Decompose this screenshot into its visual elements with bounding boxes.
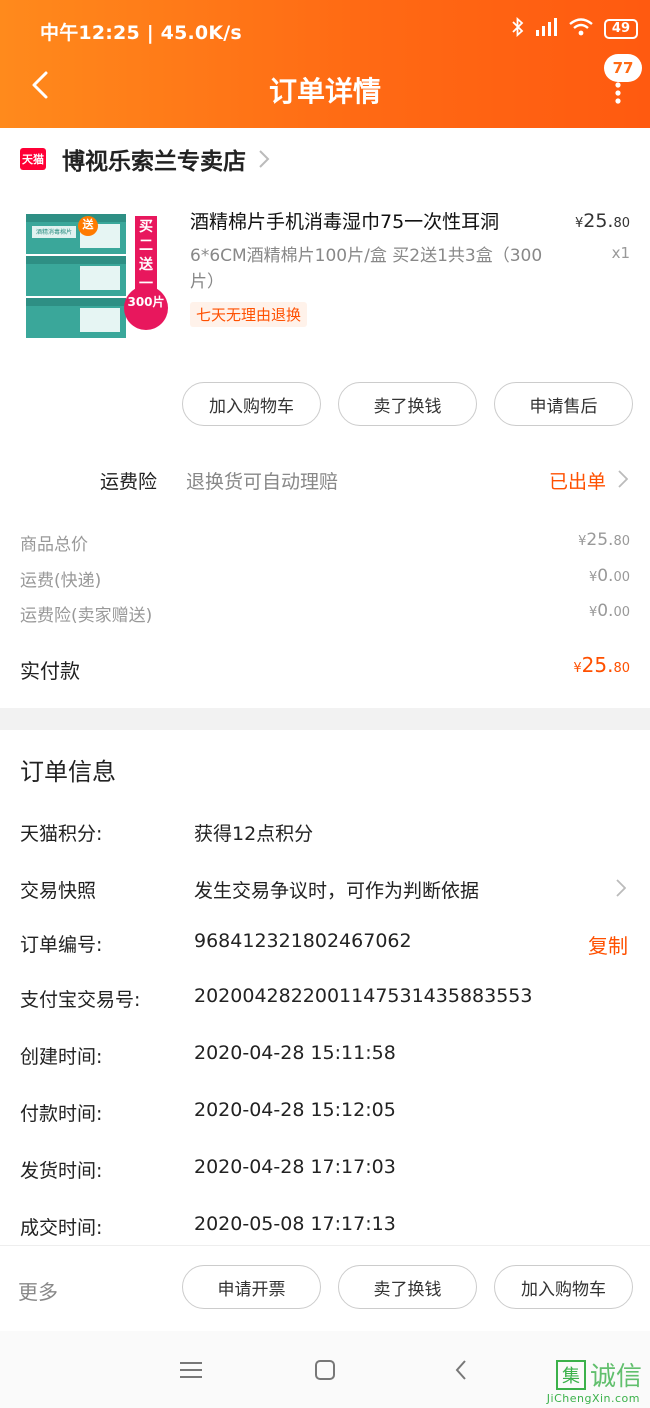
box-label-text: 酒精消毒棉片 <box>35 229 72 236</box>
app-header: 中午12:25 | 45.0K/s 49 订单详情 77 <box>0 0 650 128</box>
watermark-text: 诚信 <box>589 1362 642 1392</box>
order-number-label: 订单编号: <box>20 934 103 956</box>
snapshot-label[interactable]: 交易快照 <box>20 876 96 903</box>
more-button[interactable]: 更多 <box>18 1276 58 1305</box>
message-badge[interactable]: 77 <box>604 54 642 82</box>
cost-value-subtotal: ¥25.80 <box>578 530 630 550</box>
deal-time-value: 2020-05-08 17:17:13 <box>194 1213 396 1235</box>
bundle-promo-text: 买二送一 <box>139 219 153 292</box>
shop-name: 博视乐索兰专卖店 <box>62 149 246 175</box>
product-spec: 6*6CM酒精棉片100片/盒 买2送1共3盒（300片） <box>190 246 543 292</box>
watermark-logo: 集 诚信 <box>555 1356 642 1393</box>
tmall-logo: 天猫 <box>20 148 46 170</box>
snapshot-value[interactable]: 发生交易争议时，可作为判断依据 <box>194 876 479 903</box>
paid-time-label: 付款时间: <box>20 1103 103 1125</box>
wifi-icon <box>568 17 594 41</box>
chevron-right-icon[interactable] <box>618 470 628 488</box>
home-icon[interactable] <box>314 1359 336 1381</box>
invoice-button[interactable]: 申请开票 <box>182 1265 321 1309</box>
menu-icon[interactable] <box>180 1361 202 1379</box>
count-promo-text: 300片 <box>127 295 165 309</box>
paid-label: 实付款 <box>20 659 80 683</box>
product-quantity: x1 <box>611 244 630 262</box>
order-number-value: 968412321802467062 <box>194 930 412 952</box>
shipped-time-label: 发货时间: <box>20 1160 103 1182</box>
add-to-cart-button[interactable]: 加入购物车 <box>182 382 321 426</box>
freight-insurance-desc: 退换货可自动理赔 <box>186 471 339 493</box>
watermark-url: JiChengXin.com <box>546 1392 640 1405</box>
after-sale-button[interactable]: 申请售后 <box>494 382 633 426</box>
battery-indicator: 49 <box>603 19 638 39</box>
cost-value-insurance: ¥0.00 <box>588 601 630 621</box>
cost-label-subtotal: 商品总价 <box>20 535 88 555</box>
status-icons: 49 <box>512 16 638 41</box>
alipay-trade-label: 支付宝交易号: <box>20 989 141 1011</box>
return-policy-tag: 七天无理由退换 <box>190 302 308 327</box>
created-time-value: 2020-04-28 15:11:58 <box>194 1042 396 1064</box>
sell-button[interactable]: 卖了换钱 <box>338 382 477 426</box>
points-label: 天猫积分: <box>20 823 103 845</box>
cost-label-insurance: 运费险(卖家赠送) <box>20 606 153 626</box>
product-image[interactable]: 送 酒精消毒棉片 买二送一 300片 <box>20 196 170 346</box>
freight-insurance-status[interactable]: 已出单 <box>549 467 606 494</box>
add-to-cart-button-bottom[interactable]: 加入购物车 <box>494 1265 633 1309</box>
product-price: ¥25.80 <box>574 210 630 232</box>
section-divider <box>0 708 650 730</box>
copy-button[interactable]: 复制 <box>588 930 628 959</box>
signal-icon <box>534 18 558 40</box>
page-title: 订单详情 <box>268 75 381 108</box>
deal-time-label: 成交时间: <box>20 1217 103 1239</box>
cost-label-shipping: 运费(快递) <box>20 571 102 591</box>
shipped-time-value: 2020-04-28 17:17:03 <box>194 1156 396 1178</box>
more-options-icon[interactable] <box>612 82 624 104</box>
alipay-trade-value: 2020042822001147531435883553 <box>194 985 533 1007</box>
product-title[interactable]: 酒精棉片手机消毒湿巾75一次性耳洞 <box>190 207 550 234</box>
points-value: 获得12点积分 <box>194 823 314 845</box>
gift-text: 送 <box>82 218 94 231</box>
watermark-box: 集 <box>555 1359 586 1390</box>
paid-time-value: 2020-04-28 15:12:05 <box>194 1099 396 1121</box>
sell-button-bottom[interactable]: 卖了换钱 <box>338 1265 477 1309</box>
cost-value-shipping: ¥0.00 <box>588 566 630 586</box>
bluetooth-icon <box>512 16 524 41</box>
freight-insurance-label: 运费险 <box>100 471 158 493</box>
status-time-speed: 中午12:25 | 45.0K/s <box>40 22 242 44</box>
paid-amount: ¥25.80 <box>573 653 630 677</box>
chevron-right-icon <box>259 150 270 168</box>
back-icon[interactable] <box>454 1359 468 1381</box>
chevron-right-icon[interactable] <box>616 879 626 897</box>
created-time-label: 创建时间: <box>20 1046 103 1068</box>
shop-row[interactable]: 天猫 博视乐索兰专卖店 <box>20 142 270 176</box>
order-info-title: 订单信息 <box>20 758 116 786</box>
